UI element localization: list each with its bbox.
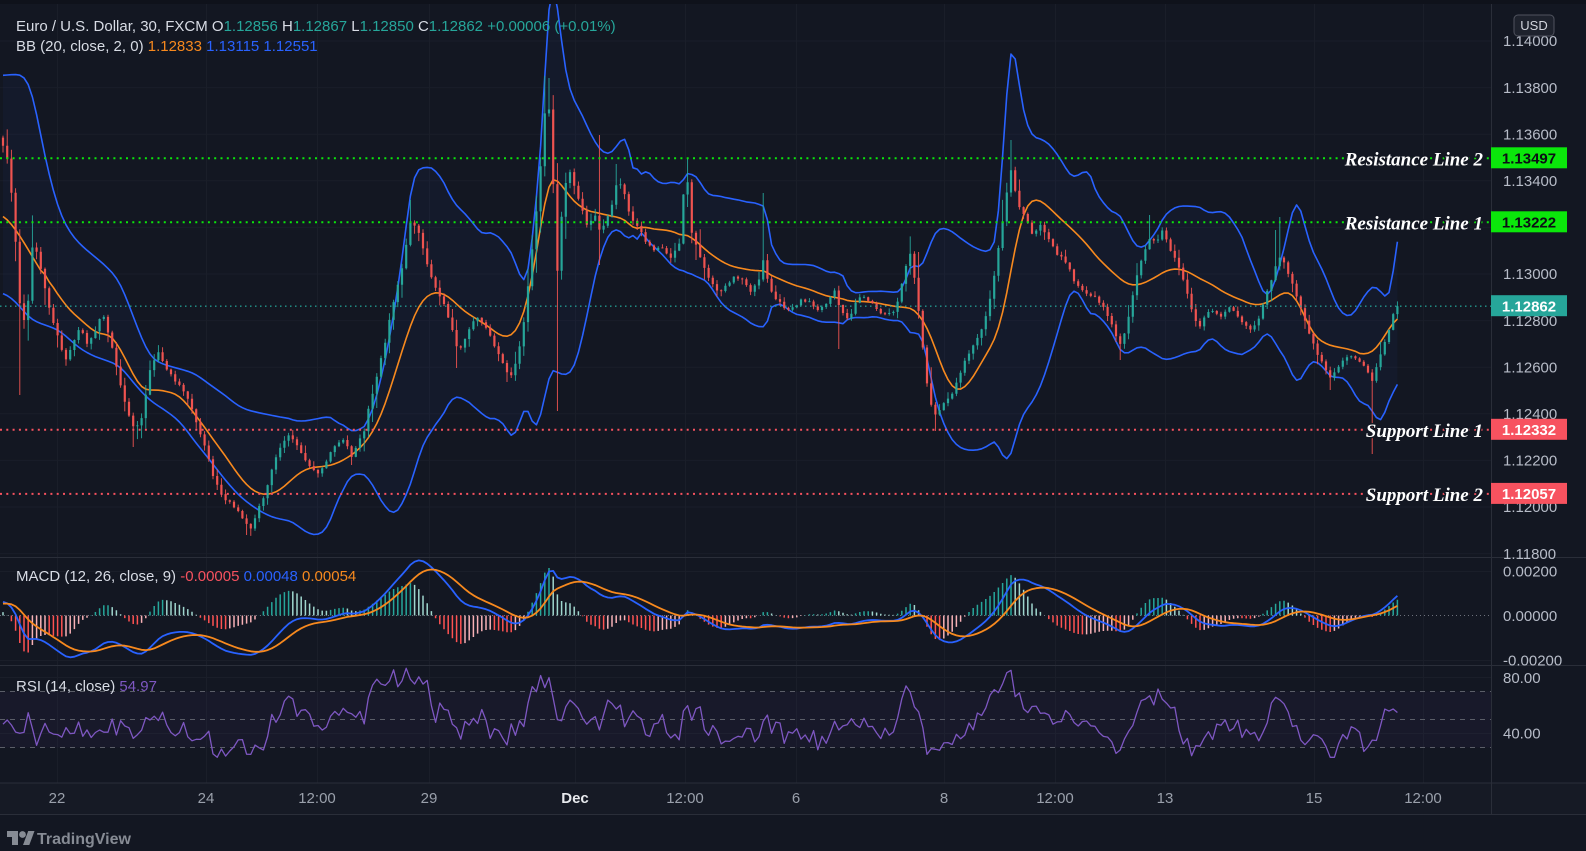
svg-text:12:00: 12:00 <box>1404 790 1442 807</box>
svg-text:1.12200: 1.12200 <box>1503 453 1557 470</box>
svg-text:1.12332: 1.12332 <box>1502 422 1556 439</box>
svg-text:1.12057: 1.12057 <box>1502 486 1556 503</box>
svg-text:TradingView: TradingView <box>37 831 132 848</box>
svg-text:1.13400: 1.13400 <box>1503 173 1557 190</box>
svg-text:Support Line 2: Support Line 2 <box>1366 485 1484 506</box>
svg-text:Euro / U.S. Dollar, 30, FXCM O: Euro / U.S. Dollar, 30, FXCM O1.12856 H1… <box>16 18 616 35</box>
svg-text:1.12862: 1.12862 <box>1502 298 1556 315</box>
svg-text:Resistance Line 2: Resistance Line 2 <box>1344 149 1484 170</box>
svg-text:29: 29 <box>421 790 438 807</box>
svg-text:BB (20, close, 2, 0) 1.12833 1: BB (20, close, 2, 0) 1.12833 1.13115 1.1… <box>16 38 318 55</box>
svg-text:RSI (14, close) 54.97: RSI (14, close) 54.97 <box>16 678 157 695</box>
svg-text:13: 13 <box>1157 790 1174 807</box>
svg-text:Support Line 1: Support Line 1 <box>1366 421 1483 442</box>
svg-text:15: 15 <box>1306 790 1323 807</box>
svg-text:-0.00200: -0.00200 <box>1503 653 1562 670</box>
svg-text:6: 6 <box>792 790 800 807</box>
svg-text:USD: USD <box>1520 18 1547 33</box>
svg-text:1.13800: 1.13800 <box>1503 80 1557 97</box>
svg-text:Dec: Dec <box>561 790 589 807</box>
svg-text:12:00: 12:00 <box>666 790 704 807</box>
svg-text:8: 8 <box>940 790 948 807</box>
svg-text:1.12600: 1.12600 <box>1503 359 1557 376</box>
svg-text:40.00: 40.00 <box>1503 726 1541 743</box>
svg-text:1.13000: 1.13000 <box>1503 266 1557 283</box>
svg-text:1.13600: 1.13600 <box>1503 126 1557 143</box>
svg-text:0.00200: 0.00200 <box>1503 564 1557 581</box>
svg-text:1.11800: 1.11800 <box>1503 546 1556 563</box>
svg-text:12:00: 12:00 <box>1036 790 1074 807</box>
svg-text:24: 24 <box>198 790 215 807</box>
svg-text:80.00: 80.00 <box>1503 670 1541 687</box>
svg-text:Resistance Line 1: Resistance Line 1 <box>1344 213 1483 234</box>
svg-text:22: 22 <box>49 790 66 807</box>
svg-text:1.13497: 1.13497 <box>1502 151 1556 168</box>
svg-text:12:00: 12:00 <box>298 790 336 807</box>
svg-text:1.13222: 1.13222 <box>1502 215 1556 232</box>
svg-text:0.00000: 0.00000 <box>1503 608 1557 625</box>
svg-text:MACD (12, 26, close, 9) -0.000: MACD (12, 26, close, 9) -0.00005 0.00048… <box>16 568 356 585</box>
